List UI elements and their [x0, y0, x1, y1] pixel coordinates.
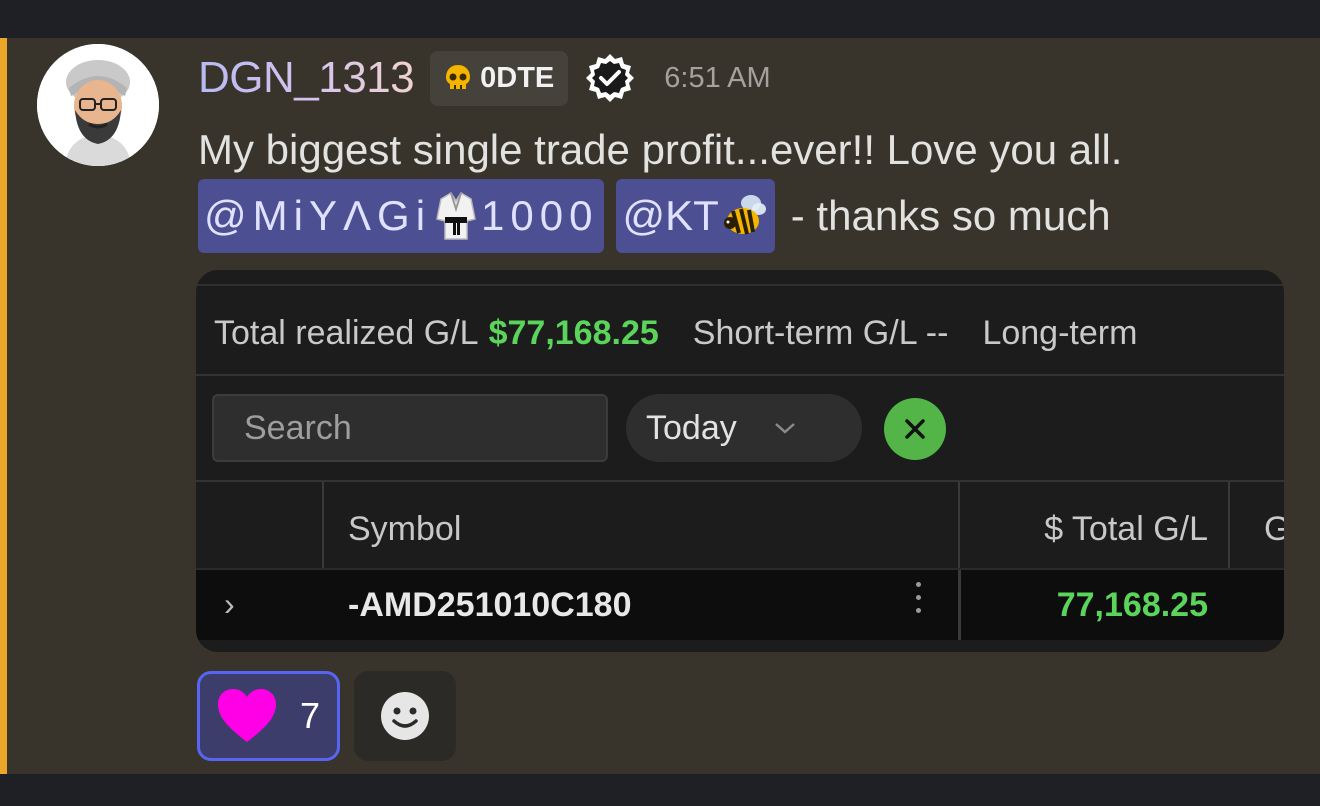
avatar[interactable]: [37, 44, 159, 166]
divider: [196, 374, 1284, 376]
column-divider: [1228, 482, 1230, 570]
date-filter-value: Today: [646, 408, 737, 447]
mention-text-suffix: 1000: [481, 192, 599, 239]
martial-arts-uniform-icon: [436, 191, 476, 240]
divider: [196, 284, 1284, 286]
avatar-face-icon: [37, 44, 159, 166]
image-attachment[interactable]: Total realized G/L $77,168.25 Short-term…: [196, 270, 1284, 652]
role-tag-label: 0DTE: [480, 61, 555, 94]
message-mentions-line: @MiYΛGi 1000 @KT - thanks so much: [198, 179, 1111, 253]
embed-footer: [196, 640, 1284, 652]
username[interactable]: DGN_1313: [198, 53, 415, 103]
add-reaction-button[interactable]: [354, 671, 456, 761]
chevron-down-icon: [774, 423, 795, 434]
reaction-count: 7: [300, 695, 321, 736]
short-term-gl: Short-term G/L --: [692, 314, 949, 352]
column-header-next[interactable]: G: [1264, 510, 1284, 549]
row-symbol: -AMD251010C180: [348, 586, 632, 624]
mention-text: @MiYΛGi: [204, 192, 432, 239]
mention-text: @KT: [622, 192, 719, 239]
table-header: Symbol $ Total G/L G: [196, 480, 1284, 570]
user-mention[interactable]: @KT: [616, 179, 775, 253]
user-mention[interactable]: @MiYΛGi 1000: [198, 179, 605, 253]
chat-message: DGN_1313 0DTE 6:51 AM My biggest single …: [0, 38, 1320, 774]
column-divider: [958, 570, 961, 642]
column-divider: [958, 482, 960, 570]
gl-summary: Total realized G/L $77,168.25 Short-term…: [214, 314, 1137, 353]
smiley-icon: [381, 692, 429, 740]
expand-row-icon[interactable]: ›: [224, 586, 235, 623]
verified-check-icon: [586, 54, 635, 102]
role-tag[interactable]: 0DTE: [430, 50, 569, 106]
search-input[interactable]: Search: [212, 394, 608, 462]
timestamp: 6:51 AM: [664, 61, 771, 94]
message-text-line: My biggest single trade profit...ever!! …: [198, 126, 1123, 173]
bee-icon: [723, 195, 766, 235]
skull-icon: [446, 65, 471, 89]
message-text-suffix: - thanks so much: [790, 192, 1111, 239]
realized-gl-label: Total realized G/L: [214, 314, 479, 352]
column-header-symbol[interactable]: Symbol: [348, 510, 461, 549]
heart-icon: [218, 689, 276, 742]
reaction-heart[interactable]: 7: [197, 671, 340, 761]
row-total-gl: 77,168.25: [1056, 586, 1208, 624]
column-header-total-gl[interactable]: $ Total G/L: [1044, 510, 1208, 549]
search-placeholder: Search: [244, 408, 352, 447]
close-icon: [905, 419, 925, 439]
date-filter-select[interactable]: Today: [626, 394, 862, 462]
column-divider: [322, 482, 324, 570]
table-row[interactable]: › -AMD251010C180 77,168.25: [196, 568, 1284, 642]
long-term-gl: Long-term: [982, 314, 1138, 352]
message-header: DGN_1313 0DTE 6:51 AM: [198, 48, 771, 108]
realized-gl-value: $77,168.25: [488, 314, 659, 352]
more-options-icon[interactable]: [908, 582, 928, 613]
clear-filter-button[interactable]: [884, 398, 946, 460]
mention-highlight-bar: [0, 38, 7, 774]
